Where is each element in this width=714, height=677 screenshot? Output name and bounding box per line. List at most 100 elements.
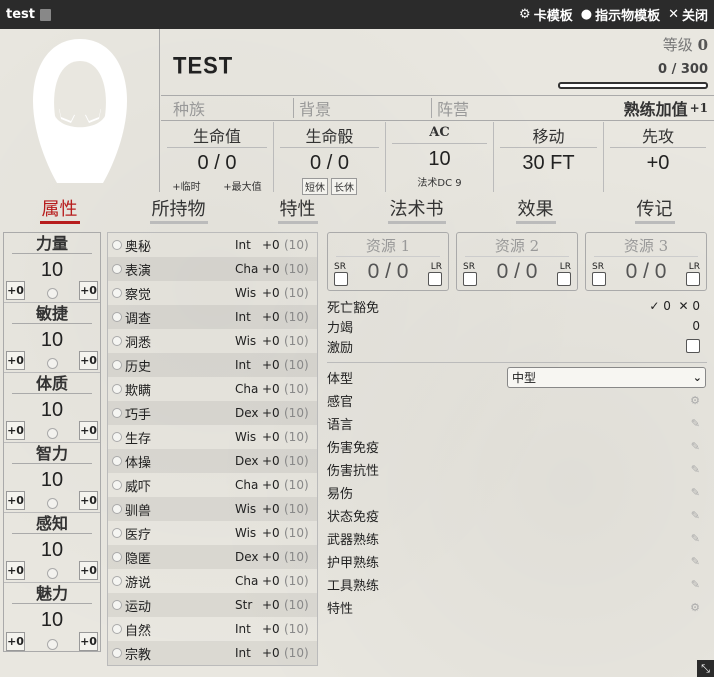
skill-proficiency-toggle[interactable] <box>112 576 122 586</box>
saving-throw[interactable]: +0 <box>79 281 98 300</box>
tab-attributes[interactable]: 属性 <box>0 199 119 227</box>
skill-row[interactable]: 自然 Int +0 (10) <box>108 617 317 641</box>
ability-modifier[interactable]: +0 <box>6 491 25 510</box>
ability-modifier[interactable]: +0 <box>6 632 25 651</box>
skill-name[interactable]: 宗教 <box>125 644 235 663</box>
skill-row[interactable]: 宗教 Int +0 (10) <box>108 641 317 665</box>
skill-name[interactable]: 体操 <box>125 452 235 471</box>
skill-proficiency-toggle[interactable] <box>112 336 122 346</box>
skill-ability[interactable]: Cha <box>235 262 262 276</box>
skill-row[interactable]: 运动 Str +0 (10) <box>108 593 317 617</box>
skill-ability[interactable]: Int <box>235 238 262 252</box>
skill-row[interactable]: 驯兽 Wis +0 (10) <box>108 497 317 521</box>
skill-ability[interactable]: Dex <box>235 550 262 564</box>
ability-name[interactable]: 魅力 <box>12 583 92 604</box>
skill-proficiency-toggle[interactable] <box>112 480 122 490</box>
skill-row[interactable]: 巧手 Dex +0 (10) <box>108 401 317 425</box>
edit-icon[interactable]: ✎ <box>691 440 700 453</box>
ability-score[interactable]: 10 <box>4 399 100 422</box>
skill-ability[interactable]: Wis <box>235 286 262 300</box>
skill-name[interactable]: 游说 <box>125 572 235 591</box>
skill-name[interactable]: 运动 <box>125 596 235 615</box>
sr-checkbox[interactable] <box>592 272 606 286</box>
death-saves-label[interactable]: 死亡豁免 <box>327 297 379 316</box>
tab-inventory[interactable]: 所持物 <box>119 199 238 227</box>
edit-icon[interactable]: ✎ <box>691 486 700 499</box>
skill-name[interactable]: 威吓 <box>125 476 235 495</box>
skill-name[interactable]: 隐匿 <box>125 548 235 567</box>
skill-name[interactable]: 欺瞒 <box>125 380 235 399</box>
gear-icon[interactable]: ⚙ <box>690 601 700 614</box>
skill-name[interactable]: 自然 <box>125 620 235 639</box>
skill-row[interactable]: 游说 Cha +0 (10) <box>108 569 317 593</box>
ability-name[interactable]: 敏捷 <box>12 303 92 324</box>
exhaustion-value[interactable]: 0 <box>692 319 700 333</box>
skill-name[interactable]: 奥秘 <box>125 236 235 255</box>
ability-score[interactable]: 10 <box>4 329 100 352</box>
sr-checkbox[interactable] <box>463 272 477 286</box>
size-select[interactable]: 中型 ⌄ <box>507 367 706 388</box>
short-rest-button[interactable]: 短休 <box>302 178 328 195</box>
ability-name[interactable]: 智力 <box>12 443 92 464</box>
skill-name[interactable]: 医疗 <box>125 524 235 543</box>
inspiration-checkbox[interactable] <box>686 339 700 353</box>
skill-ability[interactable]: Wis <box>235 334 262 348</box>
long-rest-button[interactable]: 长休 <box>331 178 357 195</box>
skill-proficiency-toggle[interactable] <box>112 528 122 538</box>
skill-row[interactable]: 表演 Cha +0 (10) <box>108 257 317 281</box>
hit-dice-value[interactable]: 0 / 0 <box>274 152 385 175</box>
xp-value[interactable]: 0 / 300 <box>658 62 708 77</box>
edit-icon[interactable]: ✎ <box>691 509 700 522</box>
skill-ability[interactable]: Cha <box>235 382 262 396</box>
saving-throw[interactable]: +0 <box>79 351 98 370</box>
skill-ability[interactable]: Wis <box>235 430 262 444</box>
alignment-field[interactable]: 阵营 <box>432 98 582 119</box>
resource-label[interactable]: 资源 3 <box>594 235 698 257</box>
save-proficiency-toggle[interactable] <box>47 288 58 299</box>
race-field[interactable]: 种族 <box>161 98 294 119</box>
edit-icon[interactable]: ✎ <box>691 578 700 591</box>
death-saves-counter[interactable]: ✓ 0 ✕ 0 <box>649 299 700 313</box>
skill-ability[interactable]: Str <box>235 598 262 612</box>
resource-label[interactable]: 资源 2 <box>465 235 569 257</box>
skill-ability[interactable]: Cha <box>235 574 262 588</box>
sr-checkbox[interactable] <box>334 272 348 286</box>
skill-proficiency-toggle[interactable] <box>112 504 122 514</box>
ability-modifier[interactable]: +0 <box>6 281 25 300</box>
character-portrait[interactable] <box>0 29 160 192</box>
skill-name[interactable]: 生存 <box>125 428 235 447</box>
skill-proficiency-toggle[interactable] <box>112 384 122 394</box>
gear-icon[interactable]: ⚙ <box>690 394 700 407</box>
skill-proficiency-toggle[interactable] <box>112 432 122 442</box>
skill-ability[interactable]: Int <box>235 646 262 660</box>
hp-value[interactable]: 0 / 0 <box>161 152 273 175</box>
ability-modifier[interactable]: +0 <box>6 421 25 440</box>
lr-checkbox[interactable] <box>557 272 571 286</box>
save-proficiency-toggle[interactable] <box>47 498 58 509</box>
skill-row[interactable]: 调查 Int +0 (10) <box>108 305 317 329</box>
ac-value[interactable]: 10 <box>386 148 493 171</box>
skill-proficiency-toggle[interactable] <box>112 360 122 370</box>
ability-score[interactable]: 10 <box>4 539 100 562</box>
skill-ability[interactable]: Dex <box>235 406 262 420</box>
skill-name[interactable]: 洞悉 <box>125 332 235 351</box>
ability-name[interactable]: 力量 <box>12 233 92 254</box>
ability-modifier[interactable]: +0 <box>6 351 25 370</box>
lr-checkbox[interactable] <box>686 272 700 286</box>
skill-row[interactable]: 生存 Wis +0 (10) <box>108 425 317 449</box>
skill-row[interactable]: 察觉 Wis +0 (10) <box>108 281 317 305</box>
skill-proficiency-toggle[interactable] <box>112 408 122 418</box>
card-template-button[interactable]: ⚙ 卡模板 <box>519 5 573 24</box>
skill-ability[interactable]: Wis <box>235 526 262 540</box>
skill-ability[interactable]: Int <box>235 358 262 372</box>
save-proficiency-toggle[interactable] <box>47 568 58 579</box>
skill-row[interactable]: 奥秘 Int +0 (10) <box>108 233 317 257</box>
lr-checkbox[interactable] <box>428 272 442 286</box>
skill-ability[interactable]: Int <box>235 622 262 636</box>
skill-ability[interactable]: Dex <box>235 454 262 468</box>
save-proficiency-toggle[interactable] <box>47 639 58 650</box>
ability-name[interactable]: 体质 <box>12 373 92 394</box>
temp-hp-field[interactable]: +临时 <box>172 178 200 193</box>
character-name[interactable]: TEST <box>173 52 233 81</box>
resize-handle-icon[interactable]: ⤡ <box>697 660 714 677</box>
